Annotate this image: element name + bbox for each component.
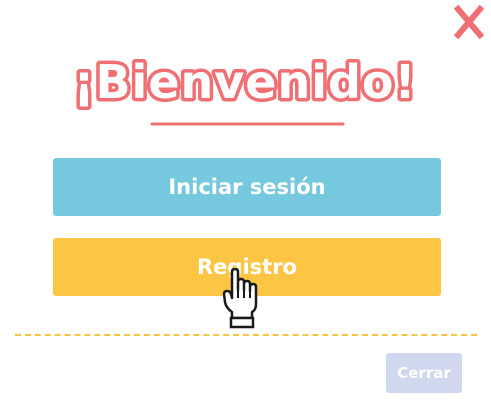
welcome-dialog: ¡Bienvenido! Iniciar sesión Registro Cer… — [0, 0, 491, 408]
close-icon[interactable] — [453, 4, 485, 40]
close-button[interactable]: Cerrar — [386, 353, 462, 393]
register-button[interactable]: Registro — [53, 238, 441, 296]
login-button[interactable]: Iniciar sesión — [53, 158, 441, 216]
divider — [15, 334, 477, 336]
welcome-title: ¡Bienvenido! — [74, 55, 417, 109]
welcome-title-block: ¡Bienvenido! — [0, 42, 491, 132]
